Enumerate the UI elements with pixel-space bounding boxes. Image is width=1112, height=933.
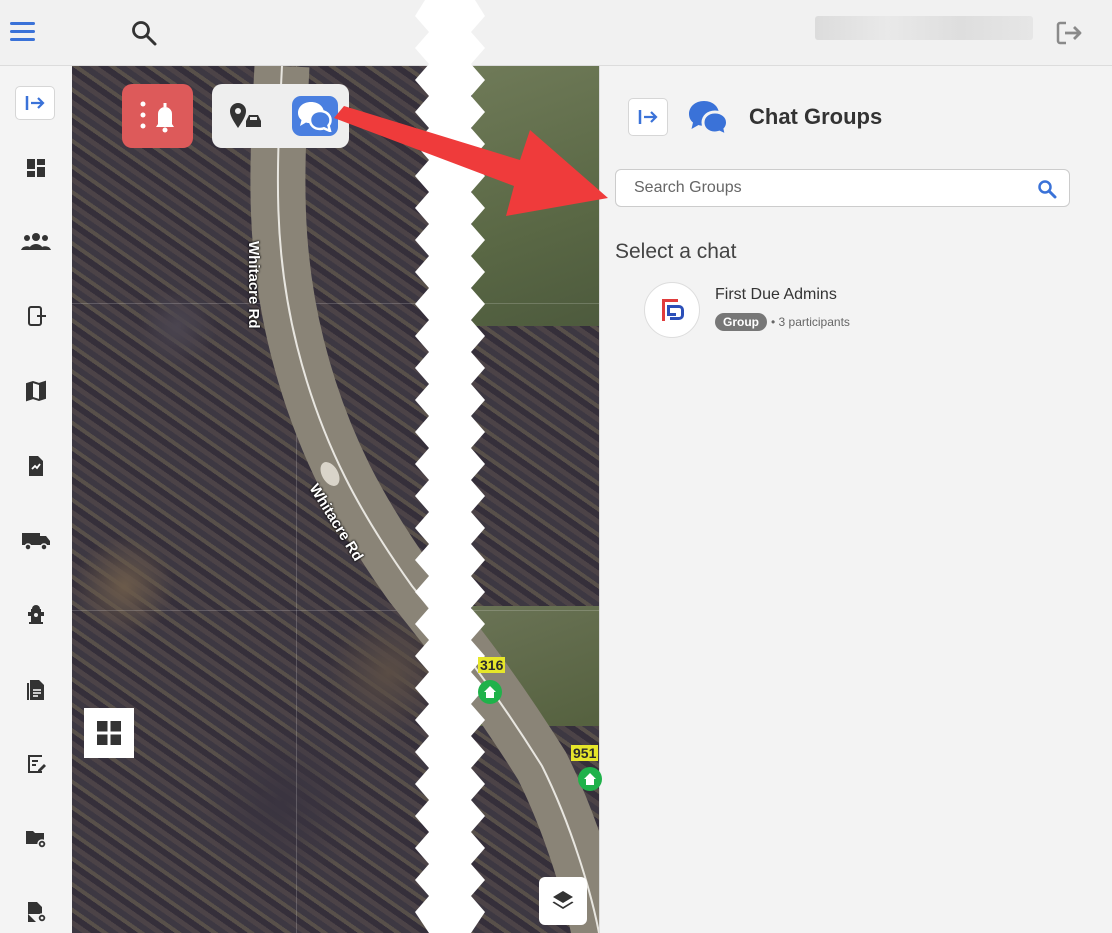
user-name-blurred bbox=[815, 16, 1033, 40]
layers-icon bbox=[552, 891, 574, 909]
people-group-icon bbox=[21, 233, 51, 250]
panel-title: Chat Groups bbox=[749, 104, 883, 129]
alerts-button[interactable] bbox=[122, 84, 193, 148]
parcel-marker[interactable]: 951 bbox=[571, 745, 599, 761]
document-settings-icon bbox=[28, 902, 47, 923]
sidebar-item-settings[interactable] bbox=[16, 894, 56, 930]
checklist-document-icon bbox=[29, 456, 43, 476]
search-groups-field[interactable] bbox=[615, 169, 1070, 207]
sidebar-item-device[interactable] bbox=[16, 298, 56, 334]
fire-hydrant-icon bbox=[28, 605, 44, 624]
sidebar-collapse-button[interactable] bbox=[15, 86, 55, 120]
first-due-logo-icon bbox=[662, 299, 684, 321]
collapse-panel-icon bbox=[25, 96, 45, 110]
chat-groups-panel: Chat Groups Select a chat First Due Admi… bbox=[599, 66, 1112, 933]
folder-settings-icon bbox=[26, 831, 47, 849]
grid-view-button[interactable] bbox=[84, 708, 134, 758]
sidebar-item-reports[interactable] bbox=[16, 672, 56, 708]
sidebar-item-apparatus[interactable] bbox=[16, 522, 56, 558]
bell-alert-icon bbox=[140, 101, 174, 133]
dashboard-icon bbox=[27, 159, 45, 177]
preplan-edit-icon bbox=[28, 755, 46, 773]
search-icon[interactable] bbox=[130, 19, 158, 47]
parcel-marker[interactable]: 316 bbox=[478, 657, 506, 673]
top-bar bbox=[0, 0, 1112, 66]
layers-button[interactable] bbox=[539, 877, 587, 925]
annotation-arrow bbox=[334, 106, 608, 216]
map-icon bbox=[26, 380, 46, 402]
sidebar-item-checklists[interactable] bbox=[16, 448, 56, 484]
chat-bubbles-icon bbox=[689, 101, 730, 138]
grid-view-icon bbox=[97, 721, 121, 745]
logout-icon[interactable] bbox=[1055, 20, 1085, 46]
search-groups-input[interactable] bbox=[632, 178, 1026, 198]
chat-bubbles-icon bbox=[298, 102, 332, 132]
chat-meta: Group • 3 participants bbox=[715, 313, 850, 331]
device-exit-icon bbox=[28, 306, 46, 326]
road-label: Whitacre Rd bbox=[245, 241, 262, 329]
select-chat-heading: Select a chat bbox=[615, 240, 737, 263]
avatar bbox=[644, 282, 700, 338]
participants-count: • 3 participants bbox=[771, 315, 850, 329]
search-icon[interactable] bbox=[1037, 179, 1057, 199]
fire-truck-icon bbox=[22, 533, 50, 551]
sidebar-item-personnel[interactable] bbox=[16, 224, 56, 260]
chat-name: First Due Admins bbox=[715, 286, 837, 303]
sidebar-item-hydrants[interactable] bbox=[16, 596, 56, 632]
collapse-panel-icon bbox=[638, 110, 658, 124]
sidebar bbox=[0, 66, 72, 933]
group-badge: Group bbox=[715, 313, 767, 331]
chat-list-item[interactable]: First Due Admins Group • 3 participants bbox=[644, 280, 1064, 342]
panel-collapse-button[interactable] bbox=[628, 98, 668, 136]
sidebar-item-files[interactable] bbox=[16, 820, 56, 856]
location-vehicle-button[interactable] bbox=[226, 98, 266, 134]
sidebar-item-preplans[interactable] bbox=[16, 746, 56, 782]
home-marker-icon[interactable] bbox=[478, 680, 502, 704]
sidebar-item-map[interactable] bbox=[16, 373, 56, 409]
sidebar-item-dashboard[interactable] bbox=[16, 150, 56, 186]
map-toggle-group bbox=[212, 84, 349, 148]
hamburger-menu-icon[interactable] bbox=[10, 22, 35, 42]
home-marker-icon[interactable] bbox=[578, 767, 602, 791]
report-document-icon bbox=[27, 680, 44, 700]
location-vehicle-icon bbox=[230, 103, 261, 128]
